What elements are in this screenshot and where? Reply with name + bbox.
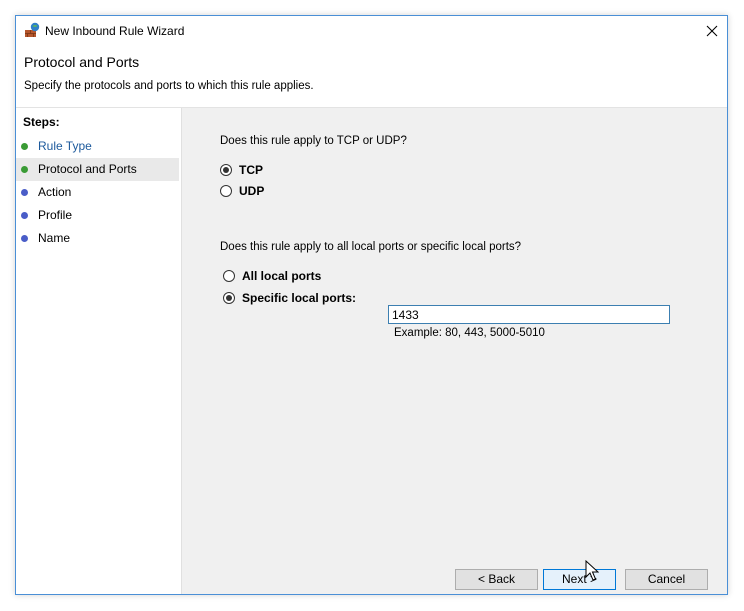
cancel-button[interactable]: Cancel xyxy=(625,569,708,590)
mouse-pointer-icon xyxy=(585,559,600,585)
step-bullet-icon xyxy=(21,235,28,242)
page-title: Protocol and Ports xyxy=(24,54,140,70)
next-button[interactable]: Next > xyxy=(543,569,616,590)
sidebar-item-label: Rule Type xyxy=(38,139,92,153)
protocol-question: Does this rule apply to TCP or UDP? xyxy=(220,135,407,147)
specific-ports-input[interactable] xyxy=(388,305,670,324)
step-bullet-icon xyxy=(21,143,28,150)
ports-example-hint: Example: 80, 443, 5000-5010 xyxy=(394,327,545,339)
sidebar-item-label: Profile xyxy=(38,208,73,222)
specific-local-ports-radio-circle[interactable] xyxy=(223,292,235,304)
sidebar-item-label: Action xyxy=(38,185,72,199)
wizard-content: Does this rule apply to TCP or UDP? TCP … xyxy=(182,108,727,594)
sidebar-item-protocol-and-ports[interactable]: Protocol and Ports xyxy=(16,158,179,181)
steps-heading: Steps: xyxy=(23,115,60,129)
ports-question: Does this rule apply to all local ports … xyxy=(220,241,522,253)
title-bar: New Inbound Rule Wizard xyxy=(16,16,727,46)
close-button[interactable] xyxy=(697,16,727,46)
tcp-radio-circle[interactable] xyxy=(220,164,232,176)
close-icon xyxy=(706,25,718,37)
step-bullet-icon xyxy=(21,189,28,196)
all-local-ports-radio-circle[interactable] xyxy=(223,270,235,282)
back-button[interactable]: < Back xyxy=(455,569,538,590)
sidebar-item-name[interactable]: Name xyxy=(16,227,179,250)
firewall-wizard-icon xyxy=(24,22,40,38)
sidebar-item-label: Protocol and Ports xyxy=(38,162,137,176)
step-bullet-icon xyxy=(21,212,28,219)
steps-sidebar: Steps: Rule Type Protocol and Ports Acti… xyxy=(16,108,182,594)
all-local-ports-label: All local ports xyxy=(242,269,322,283)
wizard-header: Protocol and Ports Specify the protocols… xyxy=(16,46,727,108)
tcp-label: TCP xyxy=(239,163,263,177)
sidebar-item-rule-type[interactable]: Rule Type xyxy=(16,135,179,158)
sidebar-item-action[interactable]: Action xyxy=(16,181,179,204)
udp-label: UDP xyxy=(239,184,265,198)
sidebar-item-label: Name xyxy=(38,231,71,245)
window-title: New Inbound Rule Wizard xyxy=(45,24,185,38)
sidebar-item-profile[interactable]: Profile xyxy=(16,204,179,227)
step-bullet-icon xyxy=(21,166,28,173)
page-subtitle: Specify the protocols and ports to which… xyxy=(24,80,314,92)
wizard-window: New Inbound Rule Wizard Protocol and Por… xyxy=(15,15,728,595)
udp-radio-circle[interactable] xyxy=(220,185,232,197)
specific-local-ports-label: Specific local ports: xyxy=(242,291,357,305)
